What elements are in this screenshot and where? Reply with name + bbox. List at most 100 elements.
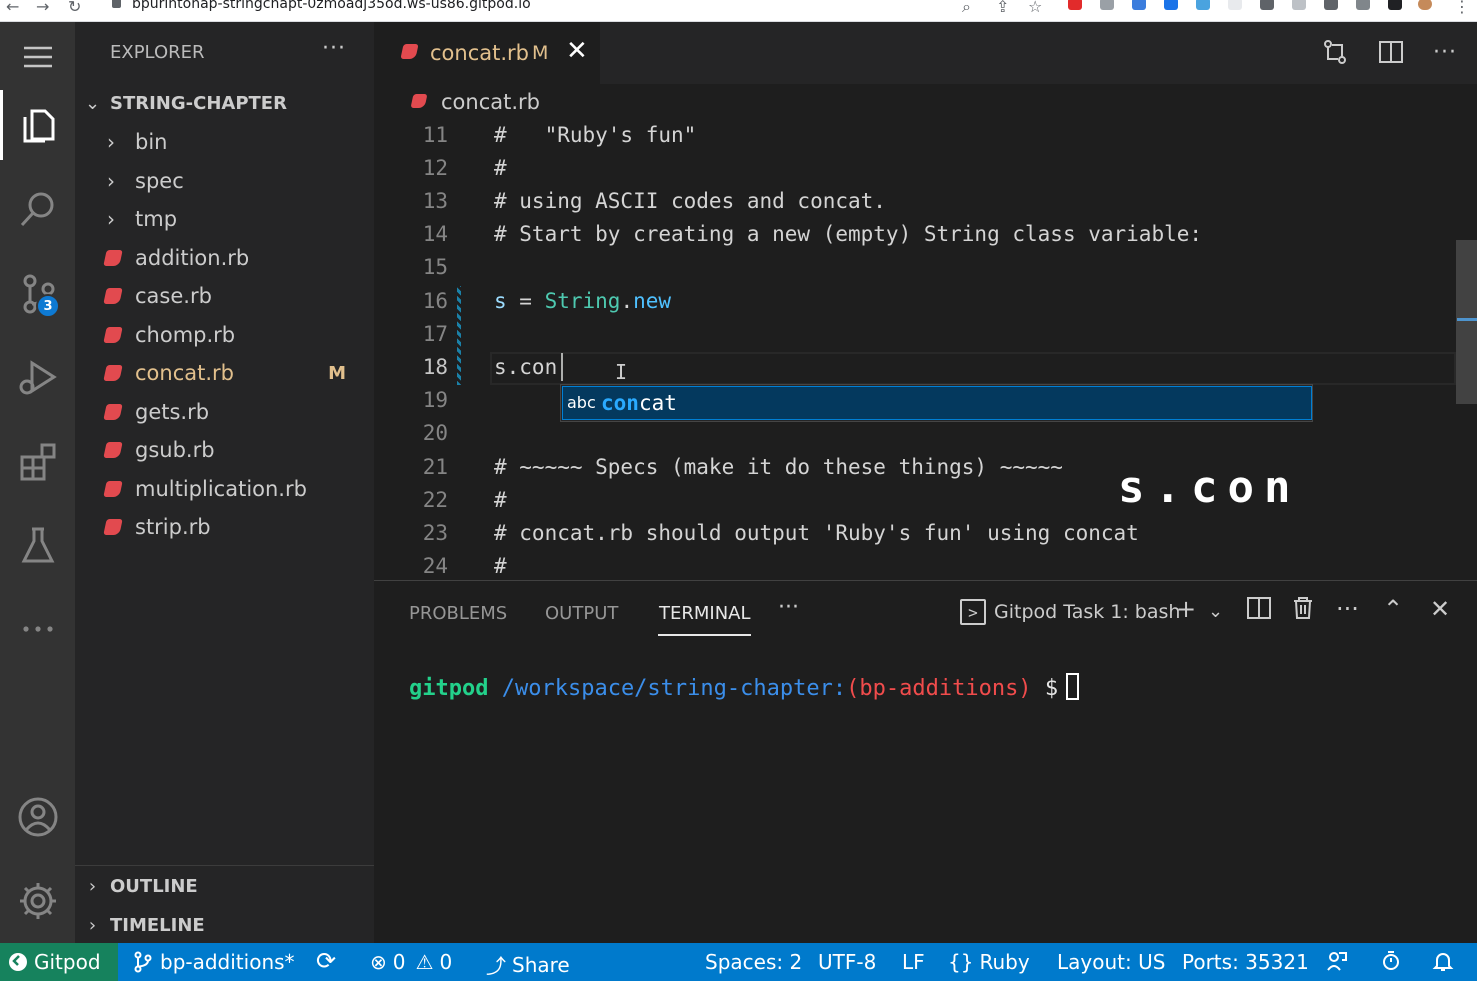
- close-icon[interactable]: ✕: [566, 36, 588, 66]
- back-icon[interactable]: ←: [6, 0, 19, 16]
- feedback-icon[interactable]: [1326, 950, 1348, 972]
- tab-output[interactable]: OUTPUT: [545, 603, 618, 624]
- close-panel-icon[interactable]: ✕: [1430, 595, 1450, 623]
- new-terminal-icon[interactable]: +: [1176, 595, 1196, 623]
- extension-opera-icon[interactable]: [1068, 0, 1082, 10]
- breadcrumb-file[interactable]: concat.rb: [441, 90, 540, 114]
- file-item[interactable]: strip.rb: [75, 508, 374, 546]
- indentation-indicator[interactable]: Spaces: 2: [705, 950, 802, 974]
- tab-modified-indicator: M: [532, 42, 549, 64]
- terminal-prompt[interactable]: gitpod /workspace/string-chapter:(bp-add…: [409, 673, 1080, 701]
- outline-section[interactable]: › OUTLINE: [75, 867, 374, 905]
- extension-icon[interactable]: [1132, 0, 1146, 10]
- terminal-icon: >: [960, 599, 986, 625]
- folder-spec[interactable]: › spec: [75, 162, 374, 200]
- split-terminal-icon[interactable]: [1246, 595, 1272, 627]
- reload-icon[interactable]: ↻: [68, 0, 81, 16]
- trash-icon[interactable]: [1290, 595, 1316, 627]
- menu-icon[interactable]: [0, 22, 75, 92]
- side-panel-icon[interactable]: [1388, 0, 1402, 10]
- ports-indicator[interactable]: Ports: 35321: [1182, 950, 1309, 974]
- folder-tmp[interactable]: › tmp: [75, 200, 374, 238]
- tab-problems[interactable]: PROBLEMS: [409, 603, 507, 624]
- run-debug-icon[interactable]: [0, 342, 75, 412]
- explorer-files-icon[interactable]: [0, 90, 75, 160]
- file-item[interactable]: chomp.rb: [75, 316, 374, 354]
- chevron-down-icon[interactable]: ⌄: [1208, 601, 1223, 622]
- source-control-icon[interactable]: 3: [0, 258, 75, 328]
- extension-icon[interactable]: [1260, 0, 1274, 10]
- encoding-indicator[interactable]: UTF-8: [818, 950, 876, 974]
- testing-flask-icon[interactable]: [0, 510, 75, 580]
- explorer-sidebar: EXPLORER ··· ⌄ STRING-CHAPTER › bin › sp…: [75, 22, 374, 943]
- ruby-file-icon: [103, 404, 123, 420]
- explorer-more-actions-icon[interactable]: ···: [322, 36, 346, 61]
- status-bar: Gitpod bp-additions* ⟳ ⊗ 0 ⚠ 0 ⤴ Share S…: [0, 943, 1477, 981]
- settings-gear-icon[interactable]: [0, 866, 75, 936]
- keyboard-layout[interactable]: Layout: US: [1057, 950, 1165, 974]
- modified-indicator: M: [328, 362, 346, 384]
- profile-avatar[interactable]: [1418, 0, 1432, 10]
- ruby-file-icon: [103, 327, 123, 343]
- tab-terminal[interactable]: TERMINAL: [659, 603, 751, 624]
- address-bar[interactable]: bpurintonap-stringchapt-0zmoadj35od.ws-u…: [132, 0, 531, 12]
- reading-list-icon[interactable]: [1356, 0, 1370, 10]
- zoom-icon[interactable]: ⌕: [962, 0, 971, 17]
- outline-label: OUTLINE: [110, 875, 198, 897]
- file-item[interactable]: gsub.rb: [75, 431, 374, 469]
- editor-scrollbar[interactable]: [1456, 240, 1477, 404]
- code-line: 11 # "Ruby's fun": [422, 123, 697, 147]
- extension-icon[interactable]: [1164, 0, 1178, 10]
- bookmark-star-icon[interactable]: ☆: [1028, 0, 1042, 16]
- timeline-label: TIMELINE: [110, 914, 205, 936]
- search-icon[interactable]: [0, 174, 75, 244]
- branch-indicator[interactable]: bp-additions*: [132, 950, 295, 974]
- terminal-selector[interactable]: > Gitpod Task 1: bash: [960, 599, 1180, 625]
- ruby-file-icon: [103, 481, 123, 497]
- breadcrumb: concat.rb: [374, 84, 1477, 120]
- more-actions-icon[interactable]: ···: [1433, 40, 1457, 65]
- ruby-file-icon: [103, 442, 123, 458]
- forward-icon[interactable]: →: [36, 0, 49, 16]
- extension-icon[interactable]: [1196, 0, 1210, 10]
- maximize-panel-icon[interactable]: ⌃: [1383, 595, 1403, 623]
- folder-bin[interactable]: › bin: [75, 123, 374, 161]
- suggest-widget: abc concat: [560, 384, 1313, 422]
- extensions-puzzle-icon[interactable]: [1324, 0, 1338, 10]
- split-editor-icon[interactable]: [1377, 38, 1405, 66]
- browser-menu-icon[interactable]: ⋮: [1454, 0, 1470, 16]
- sync-button[interactable]: ⟳: [316, 949, 336, 973]
- problems-indicator[interactable]: ⊗ 0 ⚠ 0: [370, 950, 452, 974]
- language-mode[interactable]: {} Ruby: [948, 950, 1030, 974]
- extension-icon[interactable]: [1292, 0, 1306, 10]
- more-views-icon[interactable]: [0, 594, 75, 664]
- open-changes-icon[interactable]: [1321, 38, 1349, 66]
- browser-toolbar: ← → ↻ bpurintonap-stringchapt-0zmoadj35o…: [0, 0, 1477, 22]
- file-item[interactable]: concat.rb M: [75, 354, 374, 392]
- extension-icon[interactable]: [1228, 0, 1242, 10]
- ruby-file-icon: [103, 519, 123, 535]
- extension-icon[interactable]: [1100, 0, 1114, 10]
- code-editor[interactable]: 11 # "Ruby's fun" 12 # 13 # using ASCII cod…: [374, 120, 1477, 580]
- accounts-icon[interactable]: [0, 782, 75, 852]
- share-button[interactable]: ⤴ Share: [486, 950, 570, 979]
- more-actions-icon[interactable]: ···: [1336, 595, 1359, 623]
- timer-icon[interactable]: [1380, 950, 1402, 972]
- file-item[interactable]: addition.rb: [75, 239, 374, 277]
- panel-more-icon[interactable]: ···: [778, 595, 799, 620]
- code-line: 16 s = String.new: [422, 289, 672, 313]
- suggestion-item[interactable]: abc concat: [562, 386, 1312, 420]
- file-item[interactable]: case.rb: [75, 277, 374, 315]
- file-item[interactable]: gets.rb: [75, 393, 374, 431]
- terminal-selector-label: Gitpod Task 1: bash: [994, 601, 1181, 623]
- file-item[interactable]: multiplication.rb: [75, 470, 374, 508]
- extensions-icon[interactable]: [0, 426, 75, 496]
- timeline-section[interactable]: › TIMELINE: [75, 906, 374, 944]
- notifications-bell-icon[interactable]: [1432, 950, 1454, 972]
- folder-root[interactable]: ⌄ STRING-CHAPTER: [75, 84, 374, 122]
- tab-concat[interactable]: concat.rb M ✕: [374, 22, 600, 84]
- share-page-icon[interactable]: ⇪: [996, 0, 1009, 16]
- remote-indicator[interactable]: Gitpod: [0, 943, 118, 981]
- code-line: 14 # Start by creating a new (empty) Stri…: [422, 222, 1203, 246]
- eol-indicator[interactable]: LF: [902, 950, 925, 974]
